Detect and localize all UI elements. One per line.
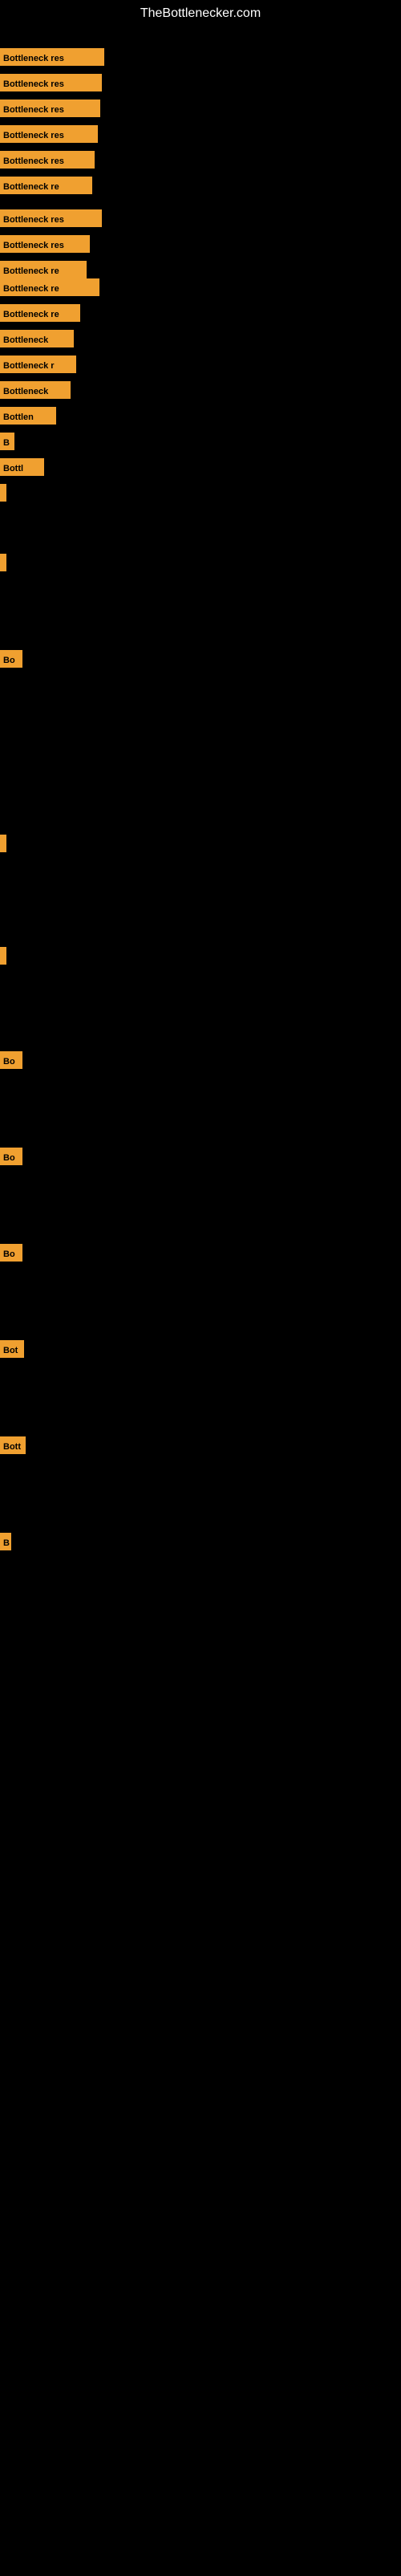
bar-label: Bottleneck res <box>0 209 102 227</box>
bar-label <box>0 835 6 852</box>
bar-item: Bottleneck re <box>0 261 87 278</box>
bar-item: B <box>0 433 14 450</box>
bar-label: Bottleneck res <box>0 235 90 253</box>
site-title: TheBottlenecker.com <box>0 0 401 24</box>
bar-item: Bottleneck res <box>0 209 102 227</box>
bar-item: Bot <box>0 1340 24 1358</box>
bar-item: Bottleneck res <box>0 125 98 143</box>
bar-label: Bo <box>0 650 22 668</box>
bar-label: Bottleneck res <box>0 125 98 143</box>
bar-item: Bottleneck <box>0 330 74 347</box>
bar-item: Bottleneck res <box>0 74 102 91</box>
bar-label: B <box>0 433 14 450</box>
bar-label <box>0 947 6 965</box>
bar-label: Bottleneck re <box>0 304 80 322</box>
bar-item: Bott <box>0 1436 26 1454</box>
bar-item: Bo <box>0 1244 22 1262</box>
bar-label: Bottl <box>0 458 44 476</box>
bar-label: Bottlen <box>0 407 56 425</box>
bar-item: Bo <box>0 650 22 668</box>
bar-label: Bottleneck <box>0 330 74 347</box>
bar-label: Bott <box>0 1436 26 1454</box>
bar-item <box>0 554 6 571</box>
bar-item: B <box>0 1533 11 1550</box>
bar-label: Bot <box>0 1340 24 1358</box>
bar-item: Bottleneck r <box>0 356 76 373</box>
bar-item: Bo <box>0 1148 22 1165</box>
bar-item <box>0 484 6 502</box>
bar-item: Bottlen <box>0 407 56 425</box>
bar-label: Bo <box>0 1051 22 1069</box>
bar-item: Bottleneck res <box>0 100 100 117</box>
bar-label: B <box>0 1533 11 1550</box>
bar-item: Bottleneck re <box>0 177 92 194</box>
bar-item: Bo <box>0 1051 22 1069</box>
bar-item: Bottleneck res <box>0 48 104 66</box>
bar-label <box>0 554 6 571</box>
bar-item: Bottleneck re <box>0 304 80 322</box>
bar-label: Bottleneck re <box>0 278 99 296</box>
bar-label: Bottleneck res <box>0 151 95 169</box>
bar-label: Bo <box>0 1244 22 1262</box>
bar-label: Bottleneck res <box>0 74 102 91</box>
bar-label: Bottleneck re <box>0 261 87 278</box>
bar-item <box>0 947 6 965</box>
bar-item: Bottleneck res <box>0 235 90 253</box>
bar-label: Bottleneck r <box>0 356 76 373</box>
bar-label: Bottleneck <box>0 381 71 399</box>
bar-item: Bottl <box>0 458 44 476</box>
bar-label <box>0 484 6 502</box>
bar-label: Bo <box>0 1148 22 1165</box>
bar-label: Bottleneck res <box>0 48 104 66</box>
bar-item <box>0 835 6 852</box>
bar-item: Bottleneck re <box>0 278 99 296</box>
bar-label: Bottleneck re <box>0 177 92 194</box>
bar-item: Bottleneck <box>0 381 71 399</box>
bar-item: Bottleneck res <box>0 151 95 169</box>
bar-label: Bottleneck res <box>0 100 100 117</box>
